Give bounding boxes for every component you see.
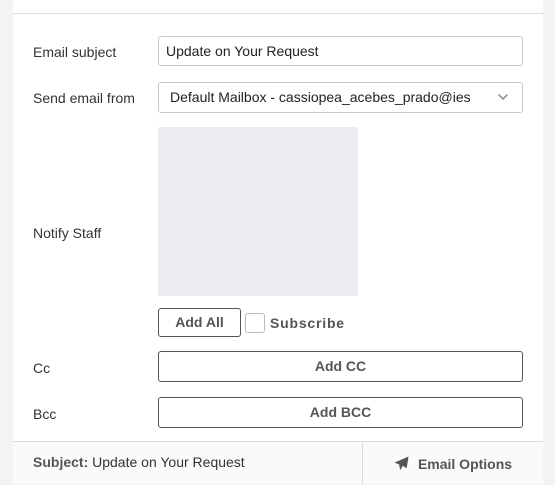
email-subject-label: Email subject (33, 44, 117, 60)
email-subject-input[interactable] (158, 36, 523, 66)
footer-subject-key: Subject: (33, 454, 89, 470)
email-options-button[interactable]: Email Options (363, 442, 543, 485)
add-bcc-button[interactable]: Add BCC (158, 397, 523, 428)
add-cc-button[interactable]: Add CC (158, 351, 523, 382)
cc-label: Cc (33, 360, 51, 376)
subscribe-label[interactable]: Subscribe (270, 315, 345, 331)
chevron-down-icon (497, 93, 509, 101)
staff-list-box[interactable] (158, 127, 358, 296)
add-all-button[interactable]: Add All (158, 308, 241, 337)
bcc-label: Bcc (33, 406, 57, 422)
footer-subject: Subject: Update on Your Request (33, 454, 245, 470)
send-from-value: Default Mailbox - cassiopea_acebes_prado… (170, 89, 471, 105)
notify-staff-label: Notify Staff (33, 225, 102, 241)
email-options-label: Email Options (417, 455, 513, 472)
send-from-label: Send email from (33, 90, 135, 106)
top-divider (13, 13, 543, 14)
footer-bar: Subject: Update on Your Request Email Op… (13, 441, 543, 485)
send-from-select[interactable]: Default Mailbox - cassiopea_acebes_prado… (158, 82, 523, 113)
paper-plane-icon (394, 456, 409, 471)
footer-subject-value: Update on Your Request (92, 454, 245, 470)
email-form-panel: Email subject Send email from Default Ma… (13, 0, 543, 485)
subscribe-checkbox[interactable] (245, 313, 265, 333)
